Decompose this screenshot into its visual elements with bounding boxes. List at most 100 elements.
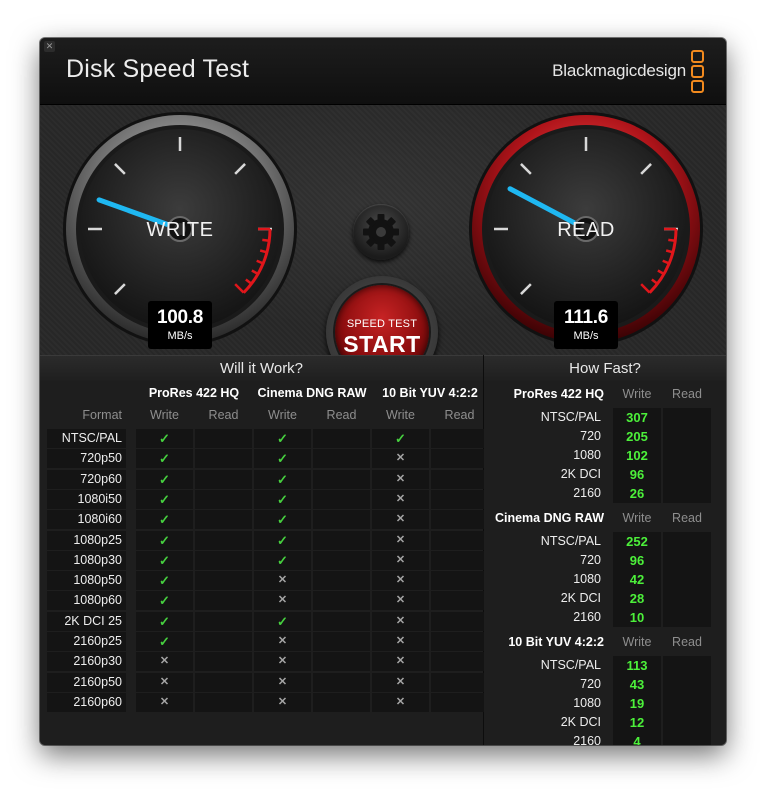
- write-fps-value: 26: [629, 486, 645, 501]
- write-fps-value: 205: [626, 429, 648, 444]
- how-fast-format-label: 2160: [573, 486, 601, 500]
- cross-icon: ✕: [395, 655, 406, 668]
- read-cell-bg: [195, 652, 252, 672]
- read-speed-value: 111.6: [564, 307, 608, 328]
- cross-icon: ✕: [395, 614, 406, 627]
- write-fps-value: 43: [629, 677, 645, 692]
- how-fast-codec-header: Cinema DNG RAW: [494, 511, 604, 525]
- read-cell-bg: [313, 632, 370, 651]
- read-cell-bg: [431, 632, 488, 651]
- how-fast-format-label: 1080: [573, 696, 601, 710]
- how-fast-format-label: 720: [580, 429, 601, 443]
- check-icon: ✓: [277, 451, 288, 467]
- how-fast-read-subheader: Read: [672, 387, 702, 401]
- read-subheader-2: Read: [444, 408, 475, 422]
- read-cell-bg: [313, 571, 370, 591]
- how-fast-format-label: 2160: [573, 734, 601, 745]
- write-fps-value: 28: [629, 591, 645, 606]
- write-speed-unit: MB/s: [167, 330, 193, 342]
- read-column-bg: [663, 408, 711, 503]
- read-cell-bg: [431, 449, 488, 469]
- how-fast-format-label: 1080: [573, 448, 601, 462]
- read-label: READ: [557, 219, 615, 241]
- how-fast-codec-header: ProRes 422 HQ: [513, 387, 604, 401]
- check-icon: ✓: [159, 634, 170, 649]
- app-title: Disk Speed Test: [66, 55, 250, 83]
- read-cell-bg: [313, 652, 370, 672]
- cross-icon: ✕: [395, 533, 406, 546]
- read-cell-bg: [195, 591, 252, 611]
- check-icon: ✓: [277, 512, 288, 528]
- read-cell-bg: [195, 632, 252, 651]
- format-label: 2160p50: [73, 674, 122, 689]
- how-fast-format-label: 2K DCI: [560, 715, 601, 729]
- settings-button[interactable]: [353, 204, 409, 260]
- check-icon: ✓: [277, 431, 288, 446]
- read-cell-bg: [431, 611, 488, 631]
- cross-icon: ✕: [277, 594, 288, 607]
- read-cell-bg: [431, 652, 488, 672]
- how-fast-table: ProRes 422 HQ Write Read NTSC/PAL 307 720 205 1…: [484, 381, 726, 745]
- format-label: 1080p60: [73, 593, 122, 608]
- format-label: 1080p50: [73, 573, 122, 588]
- write-fps-value: 12: [629, 715, 645, 730]
- write-fps-value: 252: [626, 534, 648, 549]
- read-cell-bg: [195, 692, 252, 712]
- title-bar: ✕ Disk Speed Test Blackmagicdesign: [40, 38, 726, 105]
- write-fps-value: 96: [629, 553, 645, 568]
- read-cell-bg: [195, 489, 252, 509]
- read-cell-bg: [313, 530, 370, 550]
- check-icon: ✓: [277, 471, 288, 487]
- how-fast-write-subheader: Write: [622, 511, 652, 525]
- check-icon: ✓: [159, 491, 170, 507]
- read-cell-bg: [313, 449, 370, 469]
- check-icon: ✓: [159, 552, 170, 568]
- close-button[interactable]: ✕: [44, 41, 55, 52]
- codec-header-2: 10 Bit YUV 4:2:2: [382, 386, 478, 400]
- cross-icon: ✕: [277, 635, 288, 647]
- check-icon: ✓: [159, 613, 170, 629]
- write-fps-value: 42: [629, 572, 645, 587]
- read-cell-bg: [195, 469, 252, 489]
- how-fast-codec-header: 10 Bit YUV 4:2:2: [508, 635, 604, 649]
- gauge-panel: WRITE 100.8 MB/s SPEED TEST START READ 1…: [40, 105, 726, 388]
- how-fast-write-subheader: Write: [622, 387, 652, 401]
- read-readout: 111.6 MB/s: [554, 301, 618, 349]
- write-red-tick: [259, 249, 268, 254]
- read-cell-bg: [431, 469, 488, 489]
- write-readout: 100.8 MB/s: [148, 301, 212, 349]
- read-cell-bg: [313, 672, 370, 692]
- read-cell-bg: [431, 591, 488, 611]
- cross-icon: ✕: [395, 452, 406, 465]
- check-icon: ✓: [159, 512, 170, 528]
- read-speed-unit: MB/s: [573, 330, 599, 342]
- read-cell-bg: [431, 672, 488, 692]
- check-icon: ✓: [277, 532, 288, 548]
- check-icon: ✓: [159, 431, 170, 446]
- format-label: 2K DCI 25: [64, 613, 122, 628]
- cross-icon: ✕: [395, 695, 406, 708]
- read-subheader-1: Read: [326, 408, 357, 422]
- write-subheader-2: Write: [386, 408, 415, 422]
- write-fps-value: 307: [626, 410, 648, 425]
- read-cell-bg: [313, 692, 370, 712]
- how-fast-format-label: 720: [580, 677, 601, 691]
- codec-header-1: Cinema DNG RAW: [257, 386, 367, 400]
- cross-icon: ✕: [277, 695, 288, 708]
- read-cell-bg: [431, 510, 488, 530]
- read-cell-bg: [431, 550, 488, 570]
- gear-icon: [363, 214, 399, 250]
- read-cell-bg: [195, 530, 252, 550]
- write-fps-value: 19: [629, 696, 645, 711]
- how-fast-header: How Fast?: [484, 355, 726, 382]
- read-cell-bg: [431, 571, 488, 591]
- write-red-tick: [262, 238, 270, 242]
- will-it-work-header: Will it Work?: [40, 355, 483, 382]
- read-column-bg: [663, 656, 711, 745]
- read-cell-bg: [195, 672, 252, 692]
- read-cell-bg: [313, 469, 370, 489]
- how-fast-format-label: 720: [580, 553, 601, 567]
- write-fps-value: 102: [626, 448, 648, 463]
- how-fast-format-label: 2K DCI: [560, 467, 601, 481]
- read-cell-bg: [195, 449, 252, 469]
